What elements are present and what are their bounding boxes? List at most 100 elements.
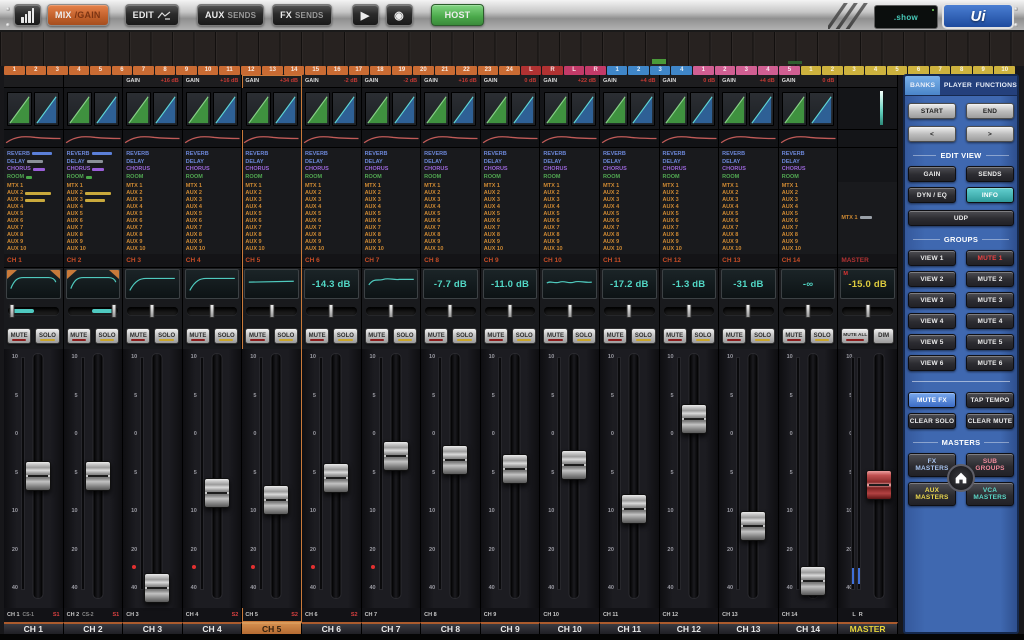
tap-tempo-button[interactable]: TAP TEMPO xyxy=(966,392,1014,408)
bank-segment[interactable]: 4 xyxy=(758,66,779,75)
fx-send-row[interactable]: CHORUS xyxy=(64,166,123,174)
fx-send-row[interactable]: REVERB xyxy=(302,150,361,158)
view-group-button[interactable]: VIEW 1 xyxy=(908,250,956,266)
fx-send-row[interactable]: CHORUS xyxy=(481,166,540,174)
pan-thumb[interactable] xyxy=(10,304,15,318)
pan-track[interactable] xyxy=(68,307,119,315)
mute-button[interactable]: MUTE xyxy=(722,328,746,344)
aux-send-row[interactable]: AUX 6 xyxy=(660,218,719,225)
aux-send-row[interactable]: AUX 6 xyxy=(600,218,659,225)
pan-thumb[interactable] xyxy=(567,304,572,318)
aux-send-row[interactable]: AUX 4 xyxy=(421,204,480,211)
aux-send-row[interactable]: AUX 5 xyxy=(123,211,182,218)
aux-send-row[interactable]: AUX 5 xyxy=(302,211,361,218)
channel-readout[interactable] xyxy=(125,269,180,299)
channel-strip[interactable]: GAIN 0 dB REVERBDELAYCHORUSROOM MTX 1AUX… xyxy=(660,75,720,622)
aux-send-row[interactable]: AUX 10 xyxy=(660,245,719,252)
balance-track[interactable] xyxy=(842,307,893,315)
channel-strip[interactable]: REVERBDELAYCHORUSROOM MTX 1AUX 2AUX 3AUX… xyxy=(64,75,124,622)
eq-curve-thumb[interactable] xyxy=(511,92,536,126)
fx-send-row[interactable]: DELAY xyxy=(302,158,361,166)
gate-curve-thumb[interactable] xyxy=(67,92,92,126)
aux-send-row[interactable]: AUX 8 xyxy=(242,231,301,238)
bank-segment[interactable]: 5 xyxy=(779,66,800,75)
fader-track[interactable] xyxy=(153,354,162,598)
home-button[interactable] xyxy=(947,464,975,492)
aux-send-row[interactable]: AUX 9 xyxy=(421,238,480,245)
aux-send-row[interactable]: AUX 6 xyxy=(540,218,599,225)
mute-button[interactable]: MUTE xyxy=(663,328,687,344)
eq-curve-thumb[interactable] xyxy=(34,92,59,126)
gate-curve-thumb[interactable] xyxy=(365,92,390,126)
fx-send-row[interactable]: REVERB xyxy=(719,150,778,158)
channel-readout[interactable]: -1.3 dB xyxy=(662,269,717,299)
solo-button[interactable]: SOLO xyxy=(512,328,536,344)
pan-slider[interactable] xyxy=(481,299,540,323)
fx-send-row[interactable]: ROOM xyxy=(183,173,242,181)
aux-sends-button[interactable]: AUXSENDS xyxy=(197,4,264,26)
aux-send-row[interactable]: AUX 2 xyxy=(183,190,242,197)
fx-send-row[interactable]: CHORUS xyxy=(123,166,182,174)
fx-send-row[interactable]: REVERB xyxy=(779,150,838,158)
fader-handle[interactable] xyxy=(561,450,587,480)
mute-button[interactable]: MUTE xyxy=(603,328,627,344)
fx-send-row[interactable]: CHORUS xyxy=(183,166,242,174)
bottom-channel-cell[interactable]: CH 7 xyxy=(362,622,422,634)
fx-send-row[interactable]: CHORUS xyxy=(660,166,719,174)
eq-curve-thumb[interactable] xyxy=(630,92,655,126)
aux-send-row[interactable]: MTX 1 xyxy=(64,183,123,190)
bank-segment[interactable]: 17 xyxy=(349,66,370,75)
aux-send-row[interactable]: AUX 8 xyxy=(183,231,242,238)
fader-track[interactable] xyxy=(629,354,638,598)
aux-send-row[interactable]: AUX 4 xyxy=(481,204,540,211)
aux-send-row[interactable]: AUX 9 xyxy=(660,238,719,245)
aux-send-row[interactable]: AUX 8 xyxy=(362,231,421,238)
fader-zone[interactable]: 10505102040 xyxy=(242,349,301,608)
channel-readout[interactable] xyxy=(364,269,419,299)
aux-send-row[interactable]: AUX 8 xyxy=(421,231,480,238)
pan-thumb[interactable] xyxy=(388,304,393,318)
fx-send-row[interactable]: CHORUS xyxy=(540,166,599,174)
aux-send-row[interactable]: AUX 9 xyxy=(302,238,361,245)
fx-send-row[interactable]: DELAY xyxy=(540,158,599,166)
dyn-eq-thumbnails[interactable] xyxy=(183,88,242,130)
aux-send-row[interactable]: AUX 8 xyxy=(4,231,63,238)
bank-segment[interactable]: 20 xyxy=(413,66,434,75)
aux-send-row[interactable]: AUX 10 xyxy=(421,245,480,252)
aux-send-row[interactable]: MTX 1 xyxy=(123,183,182,190)
eq-curve-thumb[interactable] xyxy=(451,92,476,126)
aux-send-row[interactable]: AUX 6 xyxy=(4,218,63,225)
aux-send-row[interactable]: AUX 3 xyxy=(302,197,361,204)
gate-curve-thumb[interactable] xyxy=(424,92,449,126)
aux-send-row[interactable]: AUX 4 xyxy=(64,204,123,211)
aux-send-row[interactable]: AUX 10 xyxy=(64,245,123,252)
master-fader-handle[interactable] xyxy=(866,470,892,500)
bank-segment[interactable]: 10 xyxy=(198,66,219,75)
bank-segment[interactable]: 4 xyxy=(671,66,692,75)
bank-segment[interactable]: 4 xyxy=(865,66,886,75)
aux-send-row[interactable]: AUX 3 xyxy=(779,197,838,204)
channel-strip[interactable]: GAIN +22 dB REVERBDELAYCHORUSROOM MTX 1A… xyxy=(540,75,600,622)
host-button[interactable]: HOST xyxy=(431,4,485,26)
clear-solo-button[interactable]: CLEAR SOLO xyxy=(908,413,956,429)
fader-handle[interactable] xyxy=(383,441,409,471)
aux-send-row[interactable]: AUX 4 xyxy=(242,204,301,211)
eq-curve-thumb[interactable] xyxy=(749,92,774,126)
aux-send-row[interactable]: AUX 3 xyxy=(64,197,123,204)
next-bank-button[interactable]: > xyxy=(966,126,1014,142)
dyn-eq-thumbnails[interactable] xyxy=(600,88,659,130)
solo-button[interactable]: SOLO xyxy=(452,328,476,344)
fx-send-row[interactable]: ROOM xyxy=(64,173,123,181)
fx-send-row[interactable]: CHORUS xyxy=(302,166,361,174)
aux-send-row[interactable]: AUX 4 xyxy=(719,204,778,211)
aux-send-row[interactable]: AUX 4 xyxy=(4,204,63,211)
aux-send-row[interactable]: AUX 2 xyxy=(242,190,301,197)
bank-segment[interactable]: 7 xyxy=(133,66,154,75)
aux-send-row[interactable]: AUX 2 xyxy=(779,190,838,197)
aux-send-row[interactable]: AUX 9 xyxy=(600,238,659,245)
bank-segment[interactable]: 12 xyxy=(241,66,262,75)
bank-segment[interactable]: 19 xyxy=(392,66,413,75)
master-fader-zone[interactable]: 10505102040 xyxy=(838,349,897,608)
fader-zone[interactable]: 10505102040 xyxy=(600,349,659,608)
fader-zone[interactable]: 10505102040 xyxy=(123,349,182,608)
